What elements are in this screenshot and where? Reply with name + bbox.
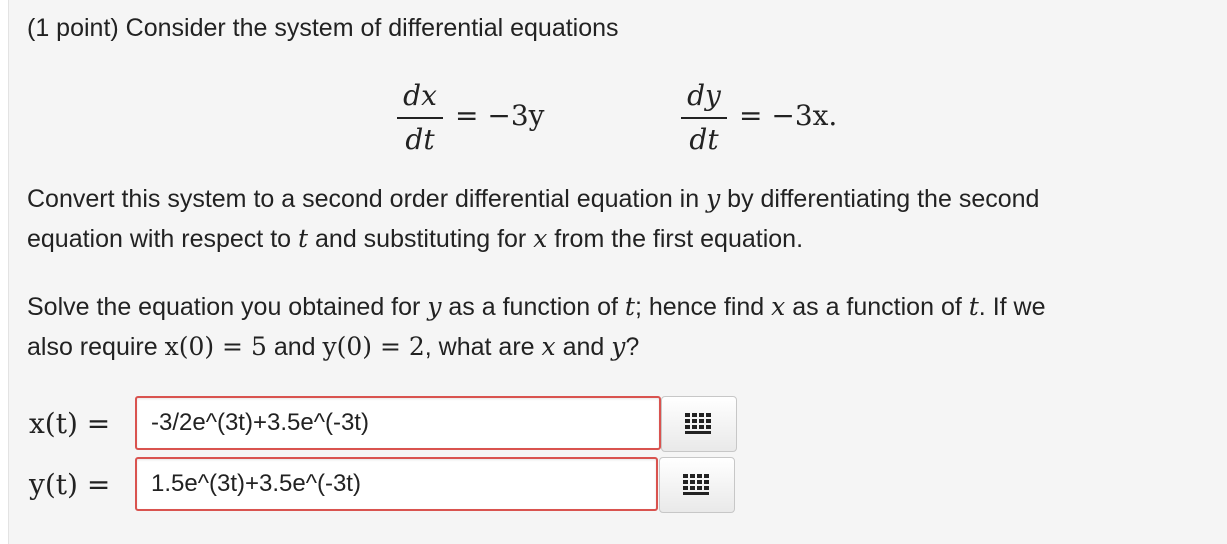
math-var: x [541, 332, 556, 361]
fraction-dy-dt: dy dt [681, 78, 727, 158]
text-segment: as a function of [448, 293, 618, 321]
math-var: y [611, 332, 626, 361]
problem-panel: (1 point) Consider the system of differe… [8, 0, 1227, 544]
paragraph1-line2: equation with respect to t and substitut… [27, 222, 803, 257]
answer-input-x[interactable]: -3/2e^(3t)+3.5e^(-3t) [135, 396, 661, 450]
fraction-numerator: dy [687, 79, 721, 112]
grid-icon [685, 413, 711, 434]
text-segment: , what are [424, 333, 535, 361]
answer-label-y: y(t) = [29, 468, 111, 501]
math-var: t [624, 292, 635, 321]
text-segment: and [562, 333, 605, 361]
text-segment: also require [27, 333, 158, 361]
math-var: x [771, 292, 786, 321]
text-segment: . If we [978, 293, 1046, 321]
answer-label-x: x(t) = [29, 407, 111, 440]
paragraph1-line1: Convert this system to a second order di… [27, 182, 1039, 217]
text-segment: ? [625, 333, 640, 361]
equation2-rhs: = −3x. [739, 99, 838, 132]
fraction-denominator: dt [689, 123, 719, 156]
answer-input-y[interactable]: 1.5e^(3t)+3.5e^(-3t) [135, 457, 658, 511]
text-segment: equation with respect to [27, 225, 292, 253]
fraction-bar [681, 117, 727, 119]
equation1-rhs: = −3y [455, 99, 545, 132]
math-var: t [968, 292, 979, 321]
text-segment: and substituting for [315, 225, 527, 253]
text-segment: Convert this system to a second order di… [27, 185, 700, 213]
problem-intro: (1 point) Consider the system of differe… [27, 14, 619, 42]
fraction-bar [397, 117, 443, 119]
text-segment: ; hence find [634, 293, 765, 321]
fraction-denominator: dt [405, 123, 435, 156]
math-var: y [706, 184, 721, 213]
math-var: x [533, 224, 548, 253]
paragraph2-line1: Solve the equation you obtained for y as… [27, 290, 1045, 325]
text-segment: Solve the equation you obtained for [27, 293, 421, 321]
math-condition: x(0) = 5 [164, 332, 267, 361]
equation-editor-button-y[interactable] [659, 457, 735, 513]
fraction-dx-dt: dx dt [397, 78, 443, 158]
equation-editor-button-x[interactable] [661, 396, 737, 452]
math-var: t [298, 224, 309, 253]
text-segment: from the first equation. [554, 225, 804, 253]
math-var: y [427, 292, 442, 321]
math-condition: y(0) = 2 [322, 332, 425, 361]
paragraph2-line2: also require x(0) = 5 and y(0) = 2, what… [27, 330, 639, 365]
grid-icon [683, 474, 709, 495]
text-segment: by differentiating the second [727, 185, 1040, 213]
text-segment: and [273, 333, 316, 361]
text-segment: as a function of [792, 293, 962, 321]
fraction-numerator: dx [403, 79, 437, 112]
